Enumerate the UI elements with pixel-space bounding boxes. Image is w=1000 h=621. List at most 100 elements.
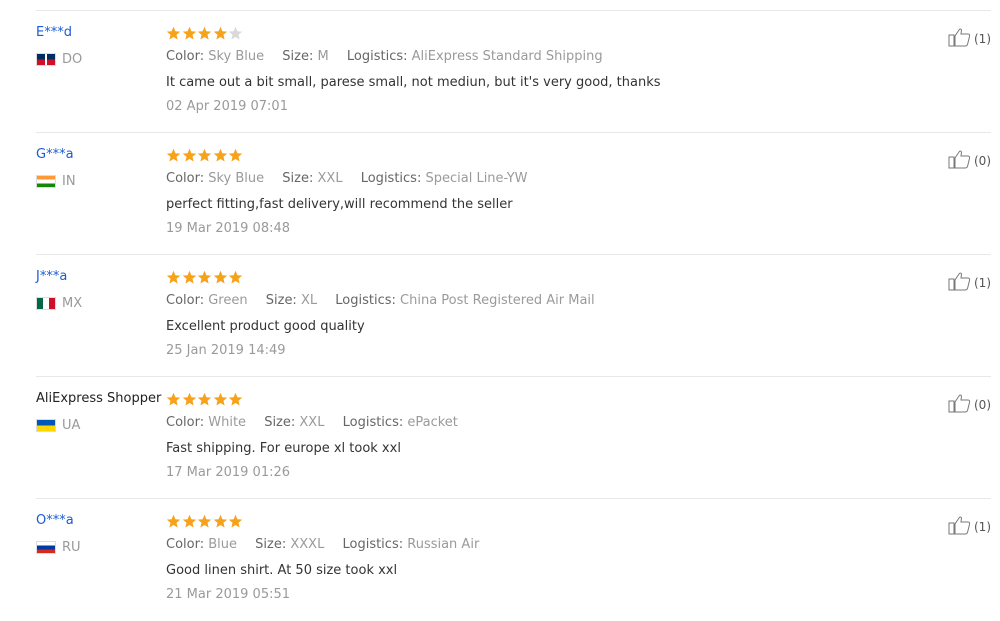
helpful-count: (1) [974,276,991,290]
star-filled-icon [197,26,212,40]
size-value: XXL [299,415,325,430]
review-date: 02 Apr 2019 07:01 [166,99,288,114]
star-filled-icon [228,514,243,528]
logistics-value: Russian Air [407,537,480,552]
star-filled-icon [182,148,196,162]
reviewer-name[interactable]: E***d [36,25,72,40]
flag-icon [36,418,56,432]
review-item: E***d DO Color: Sky Blue Size: M Logisti… [0,11,1000,133]
thumbs-up-icon [948,515,972,539]
review-attributes: Color: White Size: XXL Logistics: ePacke… [166,415,458,430]
flag-icon [36,540,56,554]
helpful-count: (1) [974,520,991,534]
review-item: AliExpress Shopper UA Color: White Size:… [0,377,1000,499]
thumbs-up-icon [948,393,972,417]
helpful-count: (1) [974,32,991,46]
star-filled-icon [182,392,196,406]
review-attributes: Color: Blue Size: XXXL Logistics: Russia… [166,537,479,552]
star-rating [166,26,244,42]
star-rating [166,148,244,164]
color-value: White [208,415,247,430]
flag-icon [36,174,56,188]
color-label: Color: [166,415,205,430]
reviewer-country: DO [36,51,82,67]
logistics-label: Logistics: [342,537,404,552]
star-filled-icon [213,26,227,40]
country-code: IN [62,173,76,189]
helpful-button[interactable]: (1) [948,515,991,539]
color-value: Sky Blue [208,49,265,64]
review-item: J***a MX Color: Green Size: XL Logistics… [0,255,1000,377]
review-comment: Fast shipping. For europe xl took xxl [166,441,401,456]
review-date: 25 Jan 2019 14:49 [166,343,286,358]
star-filled-icon [228,148,243,162]
country-code: RU [62,539,81,555]
logistics-value: Special Line-YW [425,171,528,186]
country-code: DO [62,51,83,67]
thumbs-up-icon [948,271,972,295]
logistics-value: China Post Registered Air Mail [400,293,595,308]
logistics-value: AliExpress Standard Shipping [411,49,603,64]
star-rating [166,392,244,408]
size-label: Size: [282,49,314,64]
reviewer-country: IN [36,173,76,189]
review-attributes: Color: Green Size: XL Logistics: China P… [166,293,595,308]
helpful-button[interactable]: (0) [948,393,991,417]
review-comment: perfect fitting,fast delivery,will recom… [166,197,513,212]
color-value: Sky Blue [208,171,265,186]
review-item: G***a IN Color: Sky Blue Size: XXL Logis… [0,133,1000,255]
logistics-label: Logistics: [346,49,408,64]
size-label: Size: [282,171,314,186]
star-filled-icon [197,270,212,284]
size-value: M [317,49,329,64]
color-label: Color: [166,171,205,186]
reviewer-country: RU [36,539,81,555]
helpful-button[interactable]: (0) [948,149,991,173]
size-label: Size: [255,537,287,552]
reviewer-country: UA [36,417,80,433]
logistics-label: Logistics: [360,171,422,186]
reviewer-name[interactable]: O***a [36,513,74,528]
review-date: 19 Mar 2019 08:48 [166,221,291,236]
star-filled-icon [213,270,227,284]
reviewer-name[interactable]: J***a [36,269,67,284]
logistics-value: ePacket [407,415,458,430]
review-date: 21 Mar 2019 05:51 [166,587,291,602]
star-filled-icon [197,514,212,528]
helpful-count: (0) [974,154,991,168]
review-attributes: Color: Sky Blue Size: XXL Logistics: Spe… [166,171,528,186]
helpful-button[interactable]: (1) [948,271,991,295]
review-comment: Good linen shirt. At 50 size took xxl [166,563,398,578]
color-label: Color: [166,49,205,64]
color-value: Green [208,293,248,308]
star-filled-icon [228,392,243,406]
thumbs-up-icon [948,149,972,173]
size-value: XXXL [290,537,325,552]
country-code: UA [62,417,81,433]
star-filled-icon [166,392,181,406]
star-filled-icon [182,270,196,284]
star-filled-icon [213,148,227,162]
logistics-label: Logistics: [342,415,404,430]
review-item: O***a RU Color: Blue Size: XXXL Logistic… [0,499,1000,621]
star-filled-icon [197,392,212,406]
logistics-label: Logistics: [335,293,396,308]
size-value: XL [300,293,318,308]
review-date: 17 Mar 2019 01:26 [166,465,291,480]
reviewer-name[interactable]: G***a [36,147,74,162]
color-label: Color: [166,537,205,552]
size-label: Size: [265,293,297,308]
star-filled-icon [213,392,227,406]
flag-icon [36,52,56,66]
thumbs-up-icon [948,27,972,51]
review-comment: It came out a bit small, parese small, n… [166,75,661,90]
helpful-button[interactable]: (1) [948,27,991,51]
star-filled-icon [182,26,196,40]
reviewer-name: AliExpress Shopper [36,391,162,406]
color-label: Color: [166,293,205,308]
size-label: Size: [264,415,296,430]
star-filled-icon [182,514,196,528]
size-value: XXL [317,171,343,186]
star-filled-icon [197,148,212,162]
review-attributes: Color: Sky Blue Size: M Logistics: AliEx… [166,49,603,64]
